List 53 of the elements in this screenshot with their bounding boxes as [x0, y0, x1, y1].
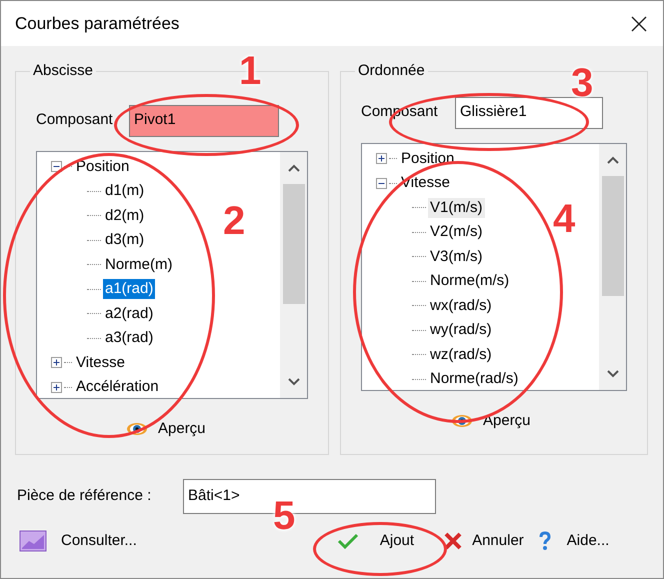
field-label: Composant	[36, 110, 114, 130]
tree-item[interactable]: d3(m)	[103, 230, 146, 250]
group-title: Abscisse	[32, 61, 94, 81]
expand-icon[interactable]	[376, 153, 387, 164]
cancel-button[interactable]: Annuler	[444, 526, 524, 556]
tree-item[interactable]: a2(rad)	[103, 304, 156, 324]
eye-icon	[451, 414, 473, 428]
tree-item[interactable]: Norme(m)	[103, 254, 174, 275]
consult-button[interactable]: Consulter...	[19, 526, 137, 556]
help-button[interactable]: Aide...	[538, 526, 610, 556]
field-label: Pièce de référence :	[17, 486, 152, 506]
tree-item[interactable]: V3(m/s)	[428, 246, 484, 267]
scrollbar-thumb[interactable]	[602, 176, 624, 296]
component-field[interactable]: Glissière1	[455, 96, 603, 128]
expand-icon[interactable]	[51, 382, 62, 393]
annotation-number: 2	[223, 201, 246, 241]
eye-icon	[126, 422, 148, 436]
scroll-down-icon[interactable]	[606, 370, 618, 378]
tree-item[interactable]: V2(m/s)	[428, 222, 484, 242]
preview-label[interactable]: Aperçu	[483, 410, 531, 432]
tree-item[interactable]: Accélération	[74, 377, 161, 398]
tree-item[interactable]: Norme(m/s)	[428, 271, 512, 292]
tree-item[interactable]: a3(rad)	[103, 328, 156, 348]
tree-item[interactable]: V1(m/s)	[428, 198, 484, 218]
tree-item[interactable]: Position	[74, 156, 132, 177]
scroll-up-icon[interactable]	[288, 164, 300, 172]
close-icon[interactable]	[631, 16, 647, 32]
tree-item[interactable]: Position	[399, 148, 456, 169]
tree-item[interactable]: Norme(rad/s)	[428, 369, 520, 390]
group-title: Ordonnée	[357, 61, 426, 81]
tree-item[interactable]: wx(rad/s)	[428, 296, 494, 316]
check-icon	[336, 533, 359, 549]
scroll-up-icon[interactable]	[606, 156, 618, 164]
scrollbar-thumb[interactable]	[282, 184, 304, 304]
question-mark-icon	[538, 531, 552, 551]
tree-item[interactable]: wz(rad/s)	[428, 344, 494, 365]
preview-label[interactable]: Aperçu	[158, 418, 206, 440]
tree-item[interactable]: d1(m)	[103, 181, 146, 202]
cross-icon	[444, 532, 462, 550]
tree-item[interactable]: wy(rad/s)	[428, 320, 494, 340]
tree-item[interactable]: a1(rad)	[103, 279, 156, 300]
collapse-icon[interactable]	[376, 178, 387, 189]
tree-item[interactable]: Vitesse	[74, 352, 127, 373]
component-field[interactable]: Pivot1	[129, 104, 279, 136]
window-title: Courbes paramétrées	[15, 12, 180, 35]
chart-icon	[19, 530, 47, 552]
annotation-number: 4	[553, 199, 576, 239]
collapse-icon[interactable]	[51, 161, 62, 172]
tree-item[interactable]: d2(m)	[103, 206, 146, 226]
add-button[interactable]: Ajout	[336, 526, 414, 556]
scroll-down-icon[interactable]	[288, 378, 300, 386]
expand-icon[interactable]	[51, 357, 62, 368]
annotation-number: 1	[239, 51, 262, 91]
